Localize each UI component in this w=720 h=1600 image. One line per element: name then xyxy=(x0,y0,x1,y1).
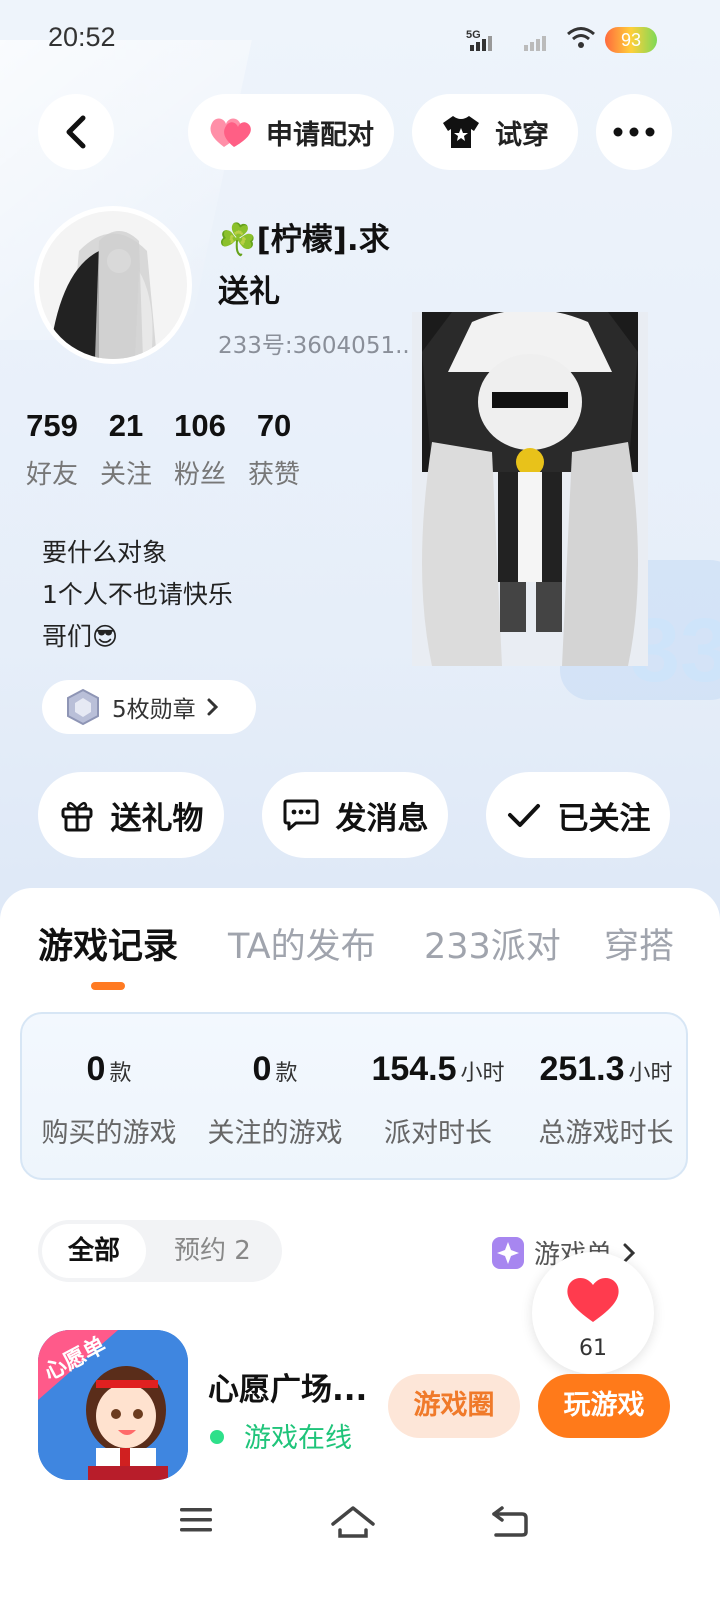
tab-outfits[interactable]: 穿搭 xyxy=(604,918,674,969)
like-count: 61 xyxy=(579,1336,607,1361)
shirt-icon xyxy=(443,116,479,148)
send-gift-label: 送礼物 xyxy=(110,800,204,837)
stat-value: 106 xyxy=(174,408,226,443)
filter-reserved[interactable]: 预约 2 xyxy=(174,1220,251,1282)
menu-icon[interactable] xyxy=(178,1504,214,1536)
badges-button[interactable]: 5枚勋章 xyxy=(42,680,256,734)
stat-party-duration[interactable]: 154.5 小时 派对时长 xyxy=(362,1050,514,1150)
online-status-dot xyxy=(210,1430,224,1444)
stat-likes[interactable]: 70 获赞 xyxy=(248,408,300,491)
avatar-image xyxy=(39,211,187,359)
chat-bubble-icon xyxy=(283,799,318,831)
stat-value: 251.3 xyxy=(539,1050,625,1088)
stat-label: 总游戏时长 xyxy=(538,1118,674,1149)
gift-icon xyxy=(61,801,92,832)
medal-icon xyxy=(67,688,99,726)
pair-request-button[interactable]: 申请配对 xyxy=(188,94,394,170)
profile-bio: 要什么对象 1个人不也请快乐 哥们😎 xyxy=(42,532,233,658)
stat-label: 派对时长 xyxy=(384,1118,492,1149)
try-on-label: 试穿 xyxy=(495,119,549,151)
bio-line: 1个人不也请快乐 xyxy=(42,580,233,609)
status-bar: 20:52 5G 93 xyxy=(0,0,720,80)
profile-tabs: 游戏记录 TA的发布 233派对 穿搭 xyxy=(0,918,720,978)
following-label: 已关注 xyxy=(557,800,651,837)
stat-label: 好友 xyxy=(26,460,79,490)
heart-pair-icon xyxy=(210,118,251,147)
network-type-label: 5G xyxy=(466,29,481,41)
status-time: 20:52 xyxy=(48,22,116,52)
stat-following[interactable]: 21 关注 xyxy=(100,408,152,491)
stat-unit: 款 xyxy=(109,1061,132,1086)
battery-indicator: 93 xyxy=(605,27,657,53)
stat-unit: 小时 xyxy=(460,1061,505,1086)
following-button[interactable]: 已关注 xyxy=(486,772,670,858)
chevron-right-icon xyxy=(207,698,218,716)
avatar[interactable] xyxy=(34,206,192,364)
tab-game-records[interactable]: 游戏记录 xyxy=(38,918,178,969)
checkmark-icon xyxy=(507,804,540,827)
game-title[interactable]: 心愿广场... xyxy=(208,1364,367,1409)
game-icon[interactable]: 心愿单 xyxy=(38,1330,188,1480)
game-stats-box: 0款 购买的游戏 0款 关注的游戏 154.5 小时 派对时长 251.3 小时 总… xyxy=(20,1012,688,1180)
stat-value: 21 xyxy=(108,408,144,443)
stat-value: 0 xyxy=(252,1050,272,1088)
tab-party[interactable]: 233派对 xyxy=(424,918,561,969)
system-nav-bar xyxy=(0,1490,720,1560)
profile-uid[interactable]: 233号:3604051... xyxy=(218,326,417,360)
badges-label: 5枚勋章 xyxy=(112,697,196,723)
stat-label: 获赞 xyxy=(248,460,301,490)
wifi-icon xyxy=(567,27,595,48)
stat-purchased-games[interactable]: 0款 购买的游戏 xyxy=(34,1050,184,1150)
pair-request-label: 申请配对 xyxy=(266,119,374,151)
try-on-button[interactable]: 试穿 xyxy=(412,94,578,170)
more-options-button[interactable] xyxy=(596,94,672,170)
back-nav-icon[interactable] xyxy=(490,1504,530,1538)
send-message-label: 发消息 xyxy=(335,800,429,837)
stat-value: 70 xyxy=(256,408,292,443)
more-dots-icon xyxy=(613,127,655,137)
stat-value: 759 xyxy=(26,408,78,443)
send-message-button[interactable]: 发消息 xyxy=(262,772,448,858)
game-filter-segment: 全部 预约 2 xyxy=(38,1220,282,1282)
bio-line: 哥们😎 xyxy=(42,622,119,651)
play-game-button[interactable]: 玩游戏 xyxy=(538,1374,670,1438)
stat-followed-games[interactable]: 0款 关注的游戏 xyxy=(200,1050,350,1150)
send-gift-button[interactable]: 送礼物 xyxy=(38,772,224,858)
stat-label: 关注 xyxy=(100,460,153,490)
stat-label: 关注的游戏 xyxy=(207,1118,343,1149)
stat-value: 0 xyxy=(86,1050,106,1088)
stat-label: 粉丝 xyxy=(174,460,227,490)
avatar-character-image[interactable] xyxy=(412,302,648,666)
tab-posts[interactable]: TA的发布 xyxy=(228,918,376,969)
like-floating-button[interactable]: 61 xyxy=(532,1252,654,1374)
signal-5g-icon: 5G xyxy=(466,29,492,51)
stat-friends[interactable]: 759 好友 xyxy=(26,408,78,491)
home-icon[interactable] xyxy=(330,1504,376,1540)
stat-value: 154.5 xyxy=(371,1050,457,1088)
profile-nickname: ☘️[柠檬].求送礼 xyxy=(218,222,390,310)
stat-unit: 款 xyxy=(275,1061,298,1086)
chevron-left-icon xyxy=(66,115,86,149)
profile-stats: 759 好友 21 关注 106 粉丝 70 获赞 xyxy=(26,408,322,491)
stat-label: 购买的游戏 xyxy=(41,1118,177,1149)
signal-secondary-icon xyxy=(524,36,546,51)
game-circle-button[interactable]: 游戏圈 xyxy=(388,1374,520,1438)
back-button[interactable] xyxy=(38,94,114,170)
stat-fans[interactable]: 106 粉丝 xyxy=(174,408,226,491)
heart-icon xyxy=(567,1278,619,1322)
game-online-status: 游戏在线 xyxy=(244,1423,352,1454)
sparkle-icon xyxy=(492,1236,524,1269)
active-tab-indicator xyxy=(91,982,125,990)
stat-total-play-time[interactable]: 251.3 小时 总游戏时长 xyxy=(528,1050,684,1150)
bio-line: 要什么对象 xyxy=(42,538,168,567)
stat-unit: 小时 xyxy=(628,1061,673,1086)
filter-all[interactable]: 全部 xyxy=(42,1224,146,1278)
